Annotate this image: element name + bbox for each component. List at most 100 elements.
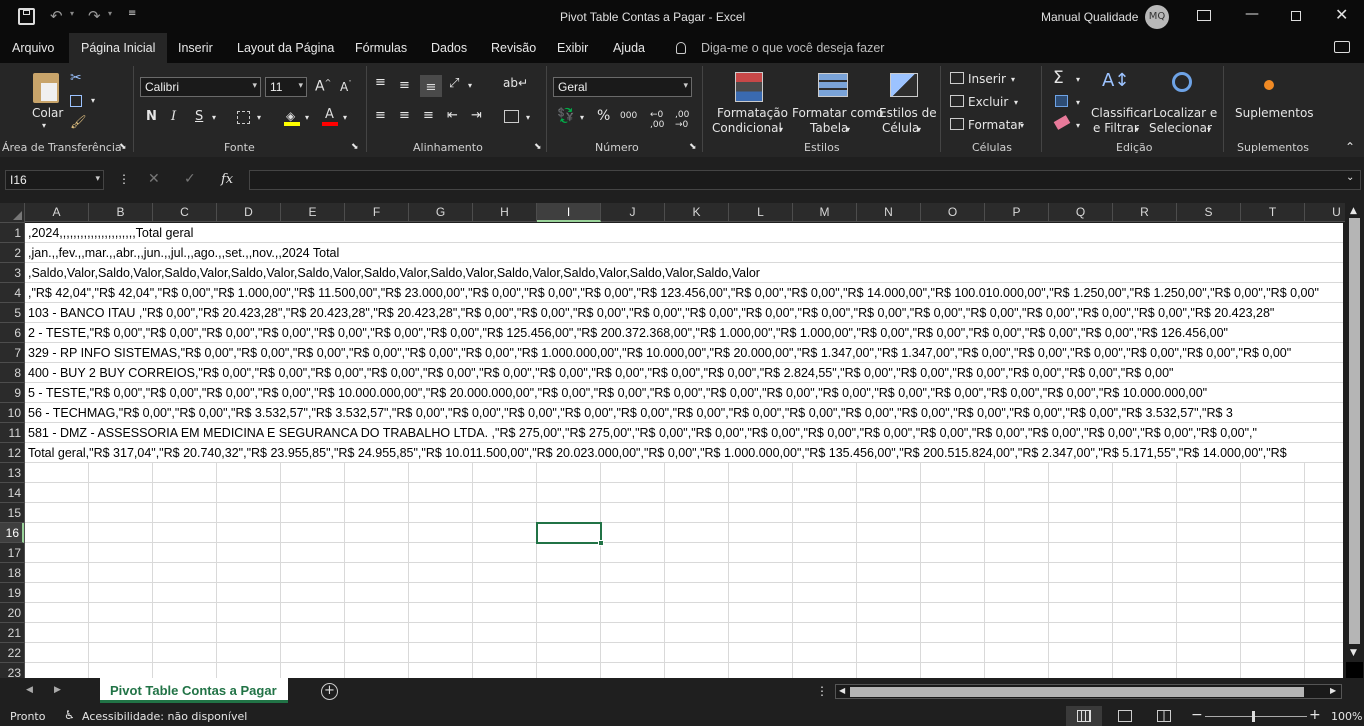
page-break-view-icon[interactable] xyxy=(1157,710,1171,722)
format-as-table-icon[interactable] xyxy=(818,73,848,97)
increase-decimal-icon[interactable]: ←0,00 xyxy=(650,110,664,130)
tabs-splitter-icon[interactable]: ⋮ xyxy=(816,684,828,698)
autosum-dropdown-icon[interactable]: ▾ xyxy=(1076,75,1080,84)
column-header-c[interactable]: C xyxy=(153,203,217,222)
cell-a9[interactable]: 5 - TESTE,"R$ 0,00","R$ 0,00","R$ 0,00",… xyxy=(28,383,1207,403)
zoom-out-button[interactable]: − xyxy=(1191,707,1203,723)
horizontal-scroll-thumb[interactable] xyxy=(850,687,1304,697)
insert-dropdown-icon[interactable]: ▾ xyxy=(1011,75,1015,84)
orientation-dropdown-icon[interactable]: ▾ xyxy=(468,81,472,90)
tab-inserir[interactable]: Inserir xyxy=(178,41,213,55)
underline-button[interactable]: S xyxy=(195,109,203,124)
find-select-label-2[interactable]: Selecionar xyxy=(1149,121,1212,135)
font-name-select[interactable]: Calibri ▾ xyxy=(140,77,261,97)
cell-styles-label-2[interactable]: Célula xyxy=(882,121,919,135)
cell-a3[interactable]: ,Saldo,Valor,Saldo,Valor,Saldo,Valor,Sal… xyxy=(28,263,760,283)
percent-button[interactable]: % xyxy=(597,108,610,124)
align-left-icon[interactable]: ≡ xyxy=(375,108,386,123)
cell-a12[interactable]: Total geral,"R$ 317,04","R$ 20.740,32","… xyxy=(28,443,1287,463)
column-header-r[interactable]: R xyxy=(1113,203,1177,222)
font-color-icon[interactable]: A xyxy=(322,107,338,126)
row-header-13[interactable]: 13 xyxy=(0,463,24,483)
collapse-ribbon-icon[interactable]: ⌃ xyxy=(1345,140,1355,154)
enter-formula-icon[interactable]: ✓ xyxy=(184,171,196,187)
cell-a7[interactable]: 329 - RP INFO SISTEMAS,"R$ 0,00","R$ 0,0… xyxy=(28,343,1291,363)
row-header-7[interactable]: 7 xyxy=(0,343,24,363)
column-header-j[interactable]: J xyxy=(601,203,665,222)
find-select-icon[interactable] xyxy=(1172,72,1192,92)
vertical-scroll-thumb[interactable] xyxy=(1349,218,1360,644)
tab-ajuda[interactable]: Ajuda xyxy=(613,41,645,55)
next-sheet-icon[interactable]: ▶ xyxy=(54,685,61,695)
accessibility-icon[interactable]: ♿ xyxy=(64,708,75,722)
delete-cells-icon[interactable] xyxy=(950,95,964,107)
fill-color-dropdown-icon[interactable]: ▾ xyxy=(305,113,309,122)
horizontal-scrollbar[interactable]: ◀ ▶ xyxy=(835,684,1342,699)
tab-pagina-inicial[interactable]: Página Inicial xyxy=(69,33,168,63)
redo-icon[interactable]: ↷ xyxy=(88,7,101,25)
sort-filter-label-1[interactable]: Classificar xyxy=(1091,106,1152,120)
underline-dropdown-icon[interactable]: ▾ xyxy=(212,113,216,122)
align-top-icon[interactable]: ≡ xyxy=(375,75,386,90)
alignment-launcher-icon[interactable]: ⬊ xyxy=(534,142,542,152)
row-header-15[interactable]: 15 xyxy=(0,503,24,523)
thousands-button[interactable]: 000 xyxy=(620,111,637,121)
cell-a8[interactable]: 400 - BUY 2 BUY CORREIOS,"R$ 0,00","R$ 0… xyxy=(28,363,1173,383)
find-dropdown-icon[interactable]: ▾ xyxy=(1207,125,1211,134)
increase-indent-icon[interactable]: ⇥ xyxy=(471,108,482,123)
normal-view-icon[interactable] xyxy=(1066,706,1102,726)
increase-font-icon[interactable]: A^ xyxy=(315,78,331,95)
conditional-formatting-icon[interactable] xyxy=(735,72,763,102)
cell-styles-label-1[interactable]: Estilos de xyxy=(879,106,937,120)
wrap-text-icon[interactable]: ab↵ xyxy=(503,76,528,90)
format-painter-icon[interactable]: 🖌 xyxy=(70,115,87,130)
copy-dropdown-icon[interactable]: ▾ xyxy=(91,96,95,105)
delete-dropdown-icon[interactable]: ▾ xyxy=(1014,98,1018,107)
name-box[interactable]: I16 ▾ xyxy=(5,170,104,190)
column-header-a[interactable]: A xyxy=(25,203,89,222)
row-header-2[interactable]: 2 xyxy=(0,243,24,263)
cell-styles-dropdown-icon[interactable]: ▾ xyxy=(917,125,921,134)
select-all-corner[interactable] xyxy=(0,203,25,223)
align-center-icon[interactable]: ≡ xyxy=(399,108,410,123)
column-header-i[interactable]: I xyxy=(537,203,601,222)
currency-icon[interactable]: 💱 xyxy=(557,108,574,124)
merge-center-icon[interactable] xyxy=(504,110,519,123)
align-middle-icon[interactable]: ≡ xyxy=(399,78,410,93)
column-header-s[interactable]: S xyxy=(1177,203,1241,222)
undo-dropdown-icon[interactable]: ▾ xyxy=(70,9,74,18)
insert-function-icon[interactable]: fx xyxy=(221,172,233,187)
sort-filter-label-2[interactable]: e Filtrar xyxy=(1093,121,1139,135)
font-color-dropdown-icon[interactable]: ▾ xyxy=(343,113,347,122)
column-header-g[interactable]: G xyxy=(409,203,473,222)
row-header-21[interactable]: 21 xyxy=(0,623,24,643)
merge-dropdown-icon[interactable]: ▾ xyxy=(526,113,530,122)
column-header-o[interactable]: O xyxy=(921,203,985,222)
paste-icon[interactable] xyxy=(33,73,59,103)
row-header-20[interactable]: 20 xyxy=(0,603,24,623)
cell-a11[interactable]: 581 - DMZ - ASSESSORIA EM MEDICINA E SEG… xyxy=(28,423,1257,443)
fill-icon[interactable] xyxy=(1055,95,1068,107)
italic-button[interactable]: I xyxy=(171,109,176,124)
cell-a6[interactable]: 2 - TESTE,"R$ 0,00","R$ 0,00","R$ 0,00",… xyxy=(28,323,1228,343)
column-header-k[interactable]: K xyxy=(665,203,729,222)
column-header-n[interactable]: N xyxy=(857,203,921,222)
column-header-q[interactable]: Q xyxy=(1049,203,1113,222)
find-select-label-1[interactable]: Localizar e xyxy=(1153,106,1217,120)
page-layout-view-icon[interactable] xyxy=(1118,710,1132,722)
zoom-slider[interactable] xyxy=(1205,711,1307,722)
cancel-formula-icon[interactable]: ✕ xyxy=(148,171,160,187)
paste-dropdown-icon[interactable]: ▾ xyxy=(42,121,46,130)
scroll-down-icon[interactable]: ▼ xyxy=(1350,648,1357,658)
customize-qat-icon[interactable]: ≡ xyxy=(128,8,136,19)
lightbulb-icon[interactable] xyxy=(676,42,686,54)
addins-button[interactable]: Suplementos xyxy=(1235,106,1314,120)
row-header-1[interactable]: 1 xyxy=(0,223,24,243)
format-as-table-label-1[interactable]: Formatar como xyxy=(792,106,883,120)
comments-icon[interactable] xyxy=(1334,41,1350,53)
column-header-p[interactable]: P xyxy=(985,203,1049,222)
cell-a5[interactable]: 103 - BANCO ITAU ,"R$ 0,00","R$ 20.423,2… xyxy=(28,303,1274,323)
worksheet-grid[interactable]: ,2024,,,,,,,,,,,,,,,,,,,,,,Total geral ,j… xyxy=(25,223,1343,678)
table-dropdown-icon[interactable]: ▾ xyxy=(846,125,850,134)
borders-dropdown-icon[interactable]: ▾ xyxy=(257,113,261,122)
